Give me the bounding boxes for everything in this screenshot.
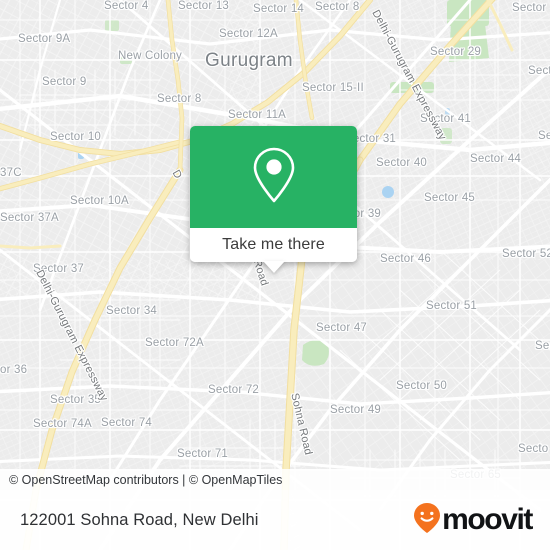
location-popup-card[interactable]: Take me there [190,126,357,273]
map-attribution-bar: © OpenStreetMap contributors | © OpenMap… [0,469,550,490]
moovit-logo[interactable]: moovit [413,502,533,539]
moovit-pin-icon [413,502,441,539]
take-me-there-button[interactable]: Take me there [190,228,357,273]
map-canvas[interactable]: Sector 4 Sector 13 Sector 14 Sector 8 Sector… [0,0,550,550]
moovit-wordmark: moovit [442,503,533,536]
map-pin-icon [251,146,297,209]
attribution-text[interactable]: © OpenStreetMap contributors | © OpenMap… [9,473,282,487]
footer-bar: 122001 Sohna Road, New Delhi moovit [0,490,550,550]
popup-icon-area [190,126,357,228]
location-title: 122001 Sohna Road, New Delhi [20,510,259,529]
popup-pointer [262,261,285,273]
take-me-there-label: Take me there [222,236,325,253]
map-vector-layer [0,0,550,550]
map-screenshot: Sector 4 Sector 13 Sector 14 Sector 8 Sector… [0,0,550,550]
